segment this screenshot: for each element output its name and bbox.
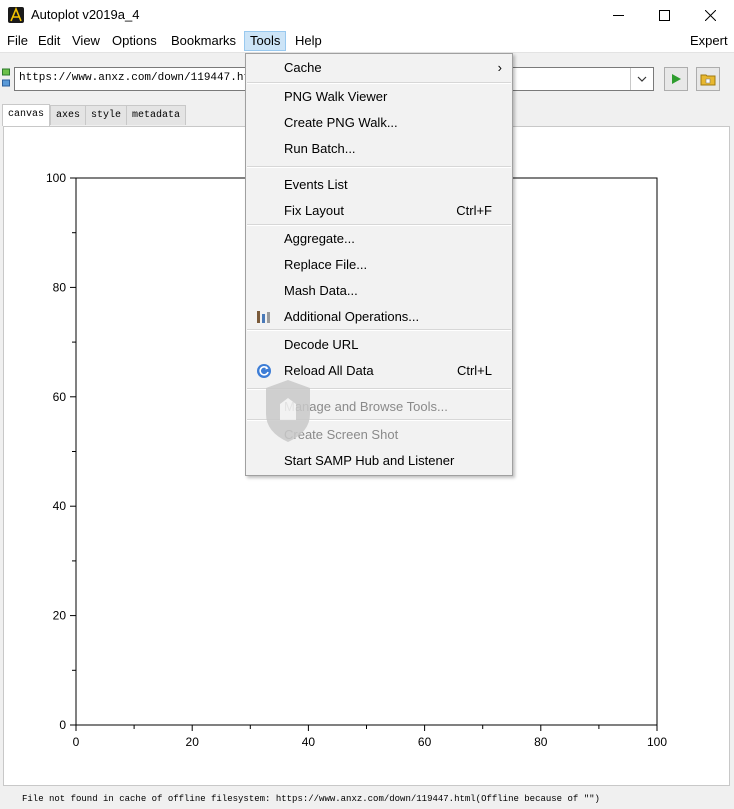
menu-item-start-samp-hub[interactable]: Start SAMP Hub and Listener bbox=[246, 449, 512, 473]
y-tick-label: 100 bbox=[46, 171, 66, 185]
browse-button[interactable] bbox=[696, 67, 720, 91]
tools-dropdown-menu: Cache › PNG Walk Viewer Create PNG Walk.… bbox=[245, 53, 513, 476]
menu-bar: File Edit View Options Bookmarks Tools H… bbox=[0, 30, 734, 53]
status-message: File not found in cache of offline files… bbox=[22, 794, 600, 804]
tab-metadata[interactable]: metadata bbox=[126, 105, 187, 125]
minimize-button[interactable] bbox=[595, 0, 641, 30]
menu-item-aggregate[interactable]: Aggregate... bbox=[246, 227, 512, 251]
play-icon bbox=[672, 74, 681, 84]
close-icon bbox=[704, 9, 716, 21]
minimize-icon bbox=[612, 14, 624, 16]
menu-item-run-batch[interactable]: Run Batch... bbox=[246, 137, 512, 161]
close-button[interactable] bbox=[687, 0, 733, 30]
x-tick-label: 100 bbox=[647, 735, 667, 749]
tab-axes[interactable]: axes bbox=[50, 105, 87, 125]
menu-separator bbox=[247, 166, 511, 168]
menu-edit[interactable]: Edit bbox=[33, 32, 65, 50]
menu-expert[interactable]: Expert bbox=[685, 32, 733, 50]
shortcut-label: Ctrl+F bbox=[456, 203, 492, 218]
menu-item-fix-layout[interactable]: Fix Layout Ctrl+F bbox=[246, 199, 512, 223]
menu-separator bbox=[247, 82, 511, 84]
url-history-dropdown[interactable] bbox=[630, 68, 653, 90]
menu-options[interactable]: Options bbox=[107, 32, 162, 50]
folder-icon bbox=[700, 74, 716, 86]
menu-item-additional-operations[interactable]: Additional Operations... bbox=[246, 305, 512, 329]
url-value: https://www.anxz.com/down/119447.html bbox=[19, 72, 264, 84]
menu-bookmarks[interactable]: Bookmarks bbox=[166, 32, 241, 50]
autoplot-logo-icon bbox=[8, 6, 24, 23]
menu-view[interactable]: View bbox=[67, 32, 105, 50]
tab-canvas[interactable]: canvas bbox=[2, 104, 51, 126]
menu-separator bbox=[247, 224, 511, 226]
maximize-icon bbox=[658, 9, 670, 21]
menu-item-manage-browse-tools[interactable]: Manage and Browse Tools... bbox=[246, 395, 512, 419]
x-tick-label: 80 bbox=[534, 735, 548, 749]
y-tick-label: 20 bbox=[53, 609, 67, 623]
operations-icon bbox=[257, 311, 270, 323]
x-tick-label: 40 bbox=[302, 735, 316, 749]
submenu-arrow-icon: › bbox=[497, 60, 502, 75]
window-title: Autoplot v2019a_4 bbox=[31, 7, 140, 22]
title-bar: Autoplot v2019a_4 bbox=[0, 0, 734, 30]
chevron-down-icon bbox=[637, 76, 647, 82]
x-tick-label: 60 bbox=[418, 735, 432, 749]
status-bar: File not found in cache of offline files… bbox=[0, 791, 734, 809]
tab-style[interactable]: style bbox=[85, 105, 128, 125]
x-tick-label: 20 bbox=[186, 735, 200, 749]
menu-separator bbox=[247, 419, 511, 421]
menu-item-png-walk-viewer[interactable]: PNG Walk Viewer bbox=[246, 85, 512, 109]
y-tick-label: 80 bbox=[53, 280, 67, 294]
y-tick-label: 0 bbox=[59, 718, 66, 732]
menu-item-create-screen-shot[interactable]: Create Screen Shot bbox=[246, 423, 512, 447]
plot-go-button[interactable] bbox=[664, 67, 688, 91]
maximize-button[interactable] bbox=[641, 0, 687, 30]
menu-item-mash-data[interactable]: Mash Data... bbox=[246, 279, 512, 303]
menu-item-replace-file[interactable]: Replace File... bbox=[246, 253, 512, 277]
menu-separator bbox=[247, 388, 511, 390]
y-tick-label: 40 bbox=[53, 499, 67, 513]
menu-item-cache[interactable]: Cache › bbox=[246, 56, 512, 80]
menu-separator bbox=[247, 329, 511, 331]
y-tick-label: 60 bbox=[53, 390, 67, 404]
menu-item-decode-url[interactable]: Decode URL bbox=[246, 333, 512, 357]
menu-item-events-list[interactable]: Events List bbox=[246, 173, 512, 197]
menu-file[interactable]: File bbox=[2, 32, 33, 50]
x-tick-label: 0 bbox=[73, 735, 80, 749]
shortcut-label: Ctrl+L bbox=[456, 363, 492, 378]
menu-tools[interactable]: Tools bbox=[244, 31, 287, 51]
reload-icon bbox=[257, 364, 271, 378]
menu-item-create-png-walk[interactable]: Create PNG Walk... bbox=[246, 111, 512, 135]
menu-item-reload-all-data[interactable]: Reload All Data Ctrl+L bbox=[246, 359, 512, 383]
menu-help[interactable]: Help bbox=[290, 32, 327, 50]
data-source-icon bbox=[2, 68, 10, 87]
